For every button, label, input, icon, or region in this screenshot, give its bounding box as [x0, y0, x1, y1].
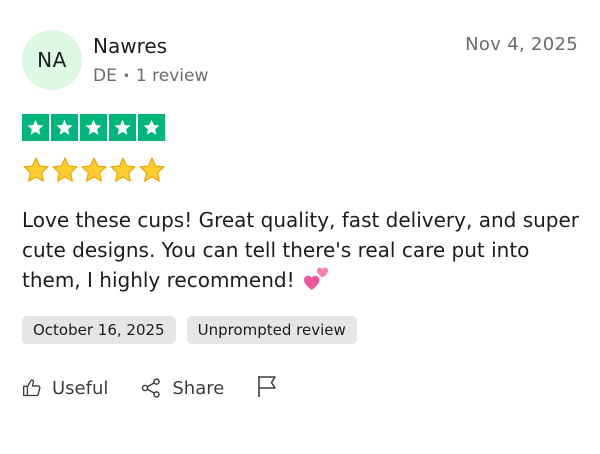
review-card: NA Nawres DE • 1 review Nov 4, 2025 Love: [0, 0, 600, 454]
star-icon: [109, 114, 136, 141]
share-button[interactable]: Share: [140, 377, 224, 399]
star-icon: [138, 114, 165, 141]
reviewer-review-count: 1 review: [135, 66, 209, 86]
share-icon: [142, 378, 161, 398]
star-emoji-icon: [110, 157, 136, 182]
review-body: Love these cups! Great quality, fast del…: [22, 205, 587, 295]
share-label: Share: [172, 377, 225, 399]
star-emoji-icon: [23, 157, 49, 182]
star-icon: [80, 114, 107, 141]
star-icon: [22, 114, 49, 141]
review-date: Nov 4, 2025: [465, 34, 578, 55]
star-emoji-icon: [81, 157, 107, 182]
review-tags: October 16, 2025 Unprompted review: [22, 316, 357, 344]
flag-icon: [258, 376, 277, 397]
avatar-initials: NA: [37, 48, 67, 72]
avatar[interactable]: NA: [22, 30, 82, 90]
review-actions: Useful Share: [22, 374, 278, 402]
star-emoji-icon: [139, 157, 165, 182]
useful-label: Useful: [52, 377, 109, 399]
star-rating: [22, 114, 165, 141]
reviewer-name[interactable]: Nawres: [93, 34, 167, 58]
thumbs-up-icon: [23, 379, 41, 397]
reviewer-meta: DE • 1 review: [93, 66, 208, 86]
review-text: Love these cups! Great quality, fast del…: [22, 208, 580, 292]
reviewer-country: DE: [93, 66, 117, 86]
emoji-star-rating: [22, 156, 166, 184]
meta-separator: •: [122, 69, 130, 83]
report-button[interactable]: [256, 374, 278, 402]
two-hearts-icon: [303, 267, 328, 290]
experience-date-tag[interactable]: October 16, 2025: [22, 316, 176, 344]
useful-button[interactable]: Useful: [22, 378, 108, 399]
star-emoji-icon: [52, 157, 78, 182]
star-icon: [51, 114, 78, 141]
review-type-tag[interactable]: Unprompted review: [186, 316, 357, 344]
